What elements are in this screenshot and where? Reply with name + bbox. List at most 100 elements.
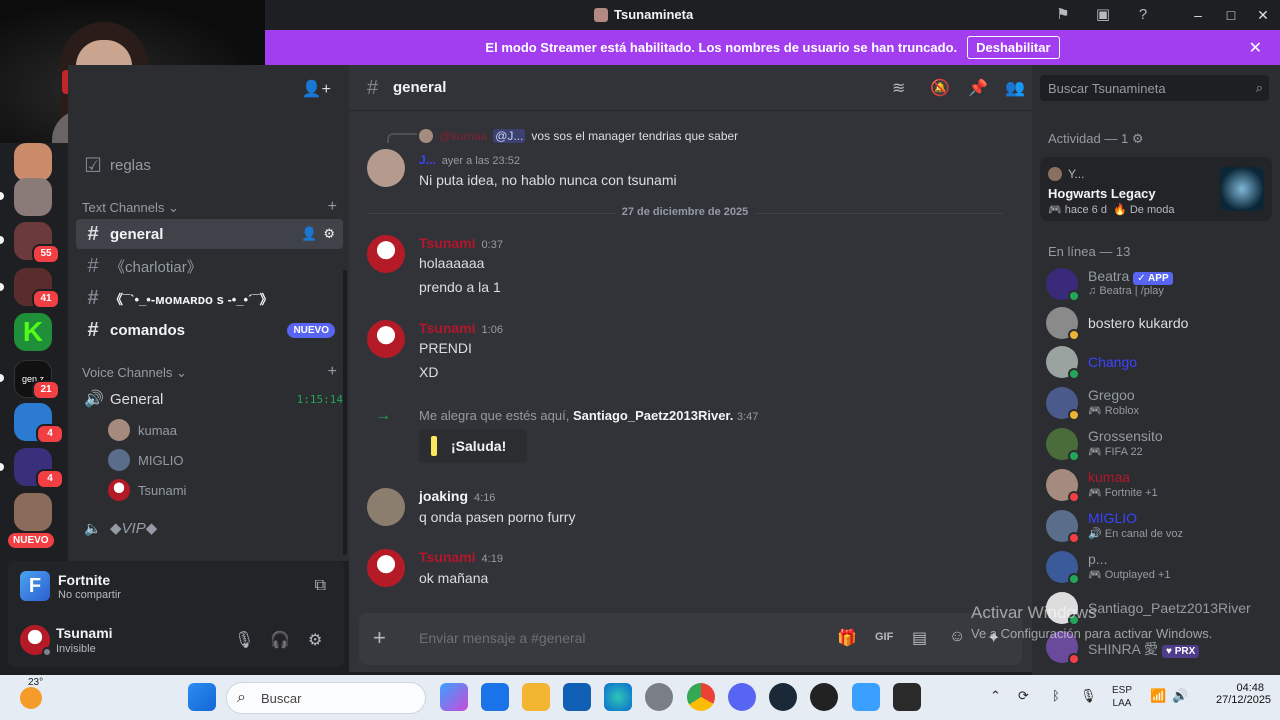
channel-sidebar: 👤+ ☑ reglas Text Channels ⌄ + # general … xyxy=(68,65,349,561)
sticker-icon[interactable]: ▤ xyxy=(912,628,927,648)
avatar[interactable] xyxy=(367,549,405,587)
add-attachment-icon[interactable]: + xyxy=(373,625,386,651)
channel-charlotiar[interactable]: # 《charlotiar》 xyxy=(76,251,343,281)
avatar[interactable] xyxy=(367,320,405,358)
activity-panel: F Fortnite No compartir ⧉ xyxy=(8,561,344,613)
file-explorer-icon[interactable] xyxy=(522,683,550,711)
activity-card[interactable]: Y... Hogwarts Legacy 🎮 hace 6 d 🔥 De mod… xyxy=(1040,157,1272,221)
server-icon[interactable] xyxy=(14,143,52,181)
member-item[interactable]: Grossensito 🎮 FIFA 22 xyxy=(1046,424,1276,464)
gamepad-icon: 🎮 xyxy=(1088,405,1102,417)
kick-server-icon[interactable]: K xyxy=(14,313,52,351)
mention[interactable]: @J... xyxy=(493,129,526,143)
bluetooth-icon[interactable]: ᛒ xyxy=(1052,688,1060,703)
headphones-icon[interactable]: 🎧 xyxy=(270,630,290,650)
disable-streamer-button[interactable]: Deshabilitar xyxy=(967,36,1060,59)
start-icon[interactable] xyxy=(188,683,216,711)
inbox-icon[interactable]: ▣ xyxy=(1094,6,1112,24)
member-item[interactable]: Gregoo 🎮 Roblox xyxy=(1046,383,1276,423)
clock[interactable]: 04:48 27/12/2025 xyxy=(1216,682,1271,706)
avatar[interactable] xyxy=(367,235,405,273)
voice-user[interactable]: Tsunami xyxy=(108,479,186,501)
outlook-icon[interactable] xyxy=(481,683,509,711)
member-item[interactable]: Chango xyxy=(1046,342,1276,382)
voice-user[interactable]: kumaa xyxy=(108,419,177,441)
mute-bell-icon[interactable]: 🔕 xyxy=(930,78,950,98)
speaker-icon: 🔊 xyxy=(1088,528,1102,540)
author-name[interactable]: Tsunami 1:06 xyxy=(419,320,503,336)
member-item[interactable]: Beatra ✓ APP ♫ Beatra | /play xyxy=(1046,264,1276,304)
voice-channel-general[interactable]: 🔊 General 1:15:14 xyxy=(76,384,343,414)
author-name[interactable]: joaking 4:16 xyxy=(419,488,495,504)
obs-icon[interactable] xyxy=(810,683,838,711)
settings-icon[interactable] xyxy=(645,683,673,711)
message-composer[interactable]: + Enviar mensaje a #general 🎁 GIF ▤ ☺ ✦ xyxy=(359,613,1022,665)
category-text-channels[interactable]: Text Channels ⌄ + xyxy=(82,198,337,216)
speaker-icon: 🔊 xyxy=(84,391,104,408)
microphone-icon[interactable]: 🎙 xyxy=(1080,688,1097,704)
emoji-icon[interactable]: ☺ xyxy=(949,628,965,646)
pin-icon[interactable]: 📌 xyxy=(968,78,988,98)
member-item[interactable]: MIGLIO 🔊 En canal de voz xyxy=(1046,506,1276,546)
channel-comandos[interactable]: # comandos NUEVO xyxy=(76,315,343,345)
weather-widget[interactable]: 23° xyxy=(18,677,44,709)
gear-icon[interactable]: ⚙ xyxy=(323,226,335,242)
flag-icon[interactable]: ⚑ xyxy=(1054,6,1072,24)
voice-user[interactable]: MIGLIO xyxy=(108,449,184,471)
author-name[interactable]: Santiago_Paetz2013River. xyxy=(573,408,733,423)
author-name[interactable]: Tsunami 4:19 xyxy=(419,549,503,565)
channel-reglas[interactable]: ☑ reglas xyxy=(76,150,343,180)
close-icon[interactable]: ✕ xyxy=(1249,38,1262,58)
maximize-button[interactable]: □ xyxy=(1221,5,1241,25)
add-channel-icon[interactable]: + xyxy=(328,363,337,381)
rules-icon: ☑ xyxy=(84,154,102,177)
author-name[interactable]: J... ayer a las 23:52 xyxy=(419,153,520,167)
server-icon[interactable] xyxy=(14,493,52,531)
help-icon[interactable]: ? xyxy=(1134,6,1152,24)
members-icon[interactable]: 👥 xyxy=(1005,78,1025,98)
member-item[interactable]: bostero kukardo xyxy=(1046,303,1276,343)
author-name[interactable]: Tsunami 0:37 xyxy=(419,235,503,251)
voice-channel-vip[interactable]: 🔈 ◆VIP◆ xyxy=(76,513,343,543)
avatar[interactable] xyxy=(367,488,405,526)
invite-icon[interactable]: 👤+ xyxy=(302,79,331,99)
sync-icon[interactable]: ⟳ xyxy=(1018,688,1029,704)
screen-share-icon[interactable]: ⧉ xyxy=(315,577,326,595)
microphone-icon[interactable]: 🎙 xyxy=(234,630,254,650)
chevron-up-icon[interactable]: ⌃ xyxy=(990,688,1001,704)
member-item[interactable]: kumaa 🎮 Fortnite +1 xyxy=(1046,465,1276,505)
category-voice-channels[interactable]: Voice Channels ⌄ + xyxy=(82,363,337,381)
member-item[interactable]: p... 🎮 Outplayed +1 xyxy=(1046,547,1276,587)
threads-icon[interactable]: ≋ xyxy=(892,78,905,98)
reply-preview[interactable]: @kumaa @J... vos sos el manager tendrias… xyxy=(419,129,738,143)
voice-timer: 1:15:14 xyxy=(296,392,343,406)
language-indicator[interactable]: ESP LAA xyxy=(1112,684,1132,710)
gif-icon[interactable]: GIF xyxy=(875,631,893,643)
steam-icon[interactable] xyxy=(769,683,797,711)
gear-icon[interactable]: ⚙ xyxy=(308,630,322,650)
gift-icon[interactable]: 🎁 xyxy=(837,628,857,648)
wifi-icon[interactable]: 📶 xyxy=(1150,688,1166,704)
channel-momardos[interactable]: # 《¯`•_•-ᴍᴏᴍᴀʀᴅᴏ s -•_•´¯》 xyxy=(76,283,343,313)
gear-icon[interactable]: ⚙ xyxy=(1132,131,1144,146)
close-window-button[interactable]: ✕ xyxy=(1253,5,1273,25)
taskbar-search[interactable]: ⌕ Buscar xyxy=(226,682,426,714)
fortnite-icon[interactable] xyxy=(852,683,880,711)
store-icon[interactable] xyxy=(563,683,591,711)
copilot-icon[interactable] xyxy=(440,683,468,711)
invite-icon[interactable]: 👤 xyxy=(301,226,317,242)
search-input[interactable]: Buscar Tsunamineta ⌕ xyxy=(1040,75,1269,101)
chrome-icon[interactable] xyxy=(687,683,715,711)
edge-icon[interactable] xyxy=(604,683,632,711)
epic-games-icon[interactable] xyxy=(893,683,921,711)
add-channel-icon[interactable]: + xyxy=(328,198,337,216)
scrollbar[interactable] xyxy=(343,270,347,555)
server-icon[interactable] xyxy=(14,178,52,216)
wave-button[interactable]: ¡Saluda! xyxy=(419,429,527,463)
volume-icon[interactable]: 🔊 xyxy=(1172,688,1188,704)
minimize-button[interactable]: – xyxy=(1188,5,1208,25)
message-input[interactable]: Enviar mensaje a #general xyxy=(419,630,586,646)
avatar[interactable] xyxy=(367,149,405,187)
discord-icon[interactable] xyxy=(728,683,756,711)
channel-general[interactable]: # general 👤 ⚙ xyxy=(76,219,343,249)
